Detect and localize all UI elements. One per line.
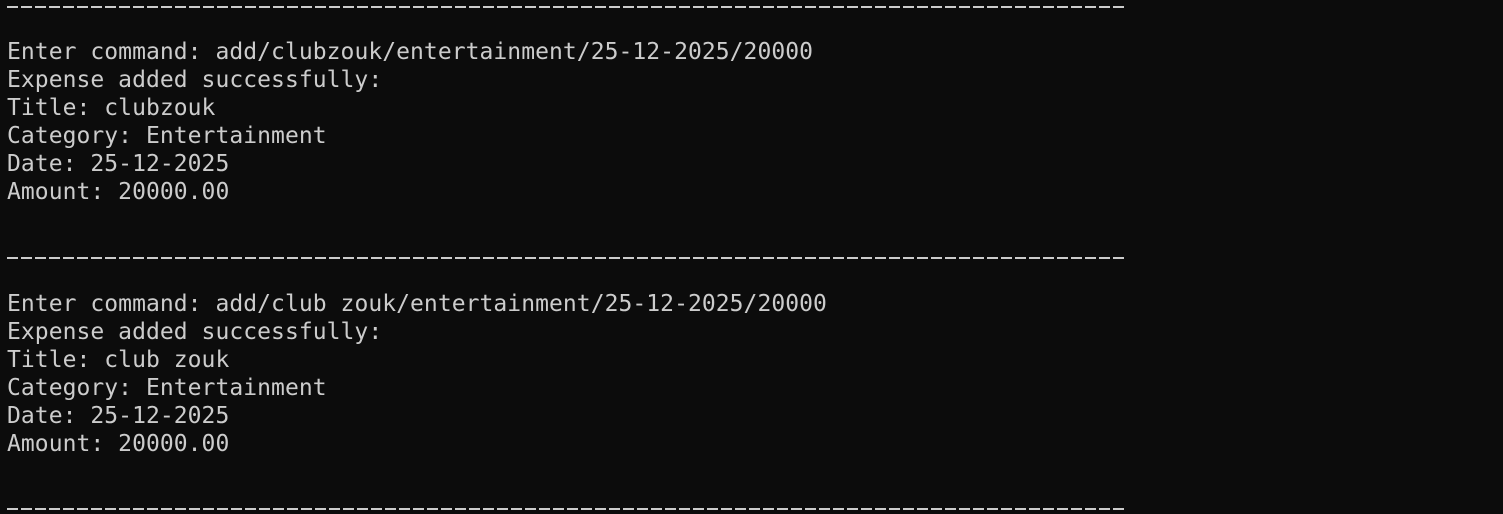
expense-amount: Amount: 20000.00 <box>7 431 230 457</box>
command-line: Enter command: add/club zouk/entertainme… <box>7 290 827 318</box>
separator-line <box>7 6 1127 8</box>
command-text: add/clubzouk/entertainment/25-12-2025/20… <box>215 39 814 65</box>
separator-line <box>7 508 1127 510</box>
status-message: Expense added successfully: <box>7 319 383 345</box>
expense-category: Category: Entertainment <box>7 375 327 401</box>
expense-title: Title: club zouk <box>7 347 230 373</box>
command-prompt: Enter command: <box>7 291 216 317</box>
terminal-window[interactable]: Enter command: add/clubzouk/entertainmen… <box>0 0 1503 514</box>
command-text: add/club zouk/entertainment/25-12-2025/2… <box>215 291 827 317</box>
expense-date: Date: 25-12-2025 <box>7 403 230 429</box>
command-line: Enter command: add/clubzouk/entertainmen… <box>7 38 813 66</box>
expense-date: Date: 25-12-2025 <box>7 151 230 177</box>
expense-category: Category: Entertainment <box>7 123 327 149</box>
separator-line <box>7 257 1127 259</box>
status-message: Expense added successfully: <box>7 67 383 93</box>
expense-amount: Amount: 20000.00 <box>7 179 230 205</box>
expense-title: Title: clubzouk <box>7 95 216 121</box>
command-prompt: Enter command: <box>7 39 216 65</box>
